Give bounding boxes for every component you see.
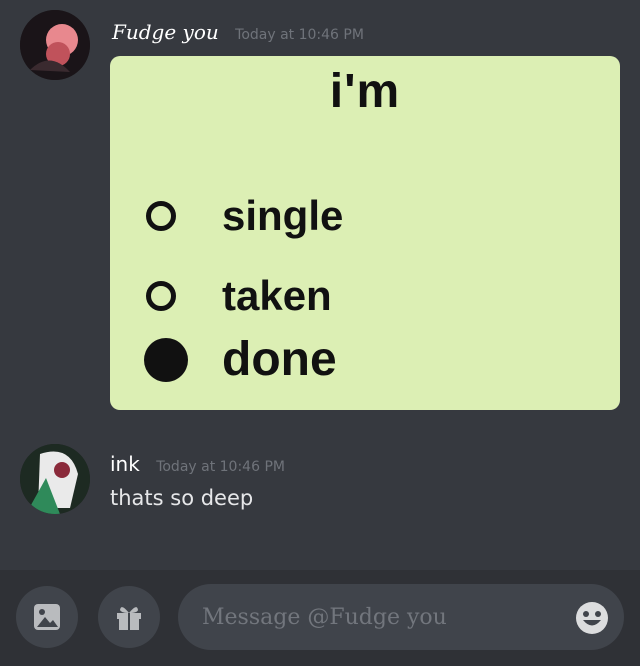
author-name[interactable]: ink	[110, 452, 140, 476]
emoji-icon[interactable]	[574, 600, 610, 636]
composer-bar: Message @Fudge you	[0, 570, 640, 666]
poll-option-label: done	[222, 333, 337, 386]
message-input-placeholder: Message @Fudge you	[202, 604, 447, 630]
radio-filled-icon	[144, 337, 188, 382]
message-input[interactable]: Message @Fudge you	[178, 584, 624, 650]
author-name[interactable]: Fudge you	[112, 20, 219, 44]
poll-option-label: taken	[222, 272, 332, 319]
poll-option-label: single	[222, 192, 344, 239]
timestamp: Today at 10:46 PM	[156, 459, 285, 475]
avatar-image	[20, 444, 90, 514]
radio-empty-icon	[146, 281, 176, 311]
avatar-ink[interactable]	[20, 444, 90, 514]
radio-empty-icon	[146, 201, 176, 231]
image-icon	[34, 604, 60, 630]
gift-button[interactable]	[98, 586, 160, 648]
poll-image: i'm single taken done	[110, 56, 620, 410]
poll-option-single: single	[146, 192, 343, 240]
gift-icon	[117, 607, 141, 630]
poll-option-taken: taken	[146, 272, 332, 320]
poll-title: i'm	[329, 65, 401, 118]
avatar-image	[20, 10, 90, 80]
poll-option-done: done	[144, 332, 337, 387]
message-text: thats so deep	[110, 486, 254, 510]
timestamp: Today at 10:46 PM	[235, 27, 364, 43]
image-button[interactable]	[16, 586, 78, 648]
avatar-fudge[interactable]	[20, 10, 90, 80]
